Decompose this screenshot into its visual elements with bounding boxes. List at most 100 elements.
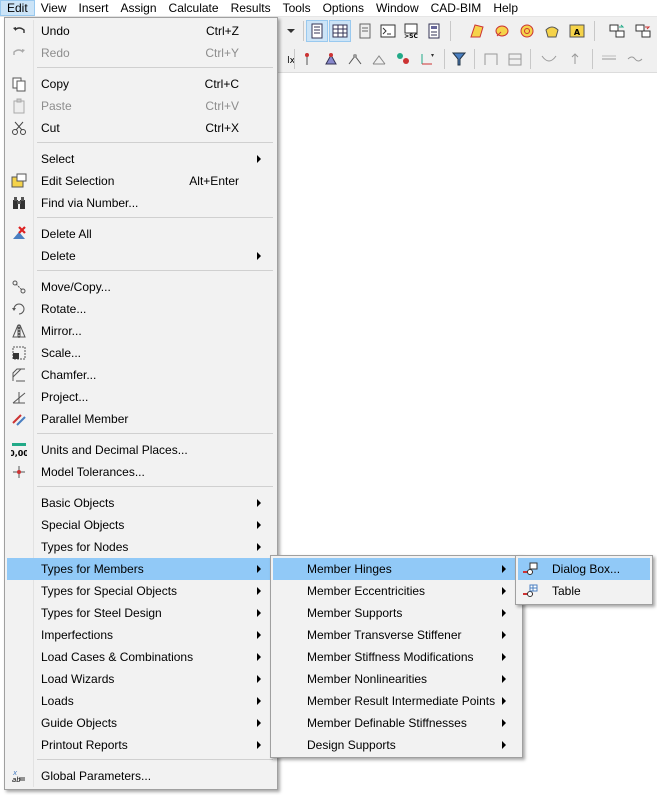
reaction-icon[interactable] bbox=[564, 48, 586, 70]
submenu-item-member-transverse-stiffener[interactable]: Member Transverse Stiffener bbox=[273, 624, 520, 646]
submenu-item-member-hinges[interactable]: Member Hinges bbox=[273, 558, 520, 580]
redo-icon bbox=[11, 45, 27, 61]
shape-icon[interactable] bbox=[541, 20, 563, 42]
menubar-view[interactable]: View bbox=[35, 0, 73, 16]
menu-item-load-cases[interactable]: Load Cases & Combinations bbox=[7, 646, 275, 668]
menu-item-edit-selection[interactable]: Edit Selection Alt+Enter bbox=[7, 170, 275, 192]
submenu-item-member-stiffness-modifications[interactable]: Member Stiffness Modifications bbox=[273, 646, 520, 668]
menu-item-find-via-number[interactable]: Find via Number... bbox=[7, 192, 275, 214]
filter-icon[interactable] bbox=[448, 48, 470, 70]
menu-item-imperfections[interactable]: Imperfections bbox=[7, 624, 275, 646]
svg-text:A: A bbox=[574, 28, 581, 37]
table-view-icon[interactable] bbox=[329, 20, 351, 42]
menu-item-types-for-members[interactable]: Types for Members bbox=[7, 558, 275, 580]
submenu-item-member-supports[interactable]: Member Supports bbox=[273, 602, 520, 624]
deformation-icon[interactable] bbox=[538, 48, 560, 70]
menu-item-paste[interactable]: Paste Ctrl+V bbox=[7, 95, 275, 117]
menu-item-project[interactable]: Project... bbox=[7, 386, 275, 408]
submenu-item-member-result-intermediate-points[interactable]: Member Result Intermediate Points bbox=[273, 690, 520, 712]
menu-item-types-for-nodes[interactable]: Types for Nodes bbox=[7, 536, 275, 558]
member-support-icon[interactable] bbox=[368, 48, 390, 70]
menu-item-move-copy[interactable]: Move/Copy... bbox=[7, 276, 275, 298]
submenu-arrow-icon bbox=[502, 631, 506, 639]
binoculars-icon bbox=[11, 195, 27, 211]
menu-item-redo[interactable]: Redo Ctrl+Y bbox=[7, 42, 275, 64]
menu-item-types-for-special-objects[interactable]: Types for Special Objects bbox=[7, 580, 275, 602]
menubar-options[interactable]: Options bbox=[317, 0, 370, 16]
menu-item-cut[interactable]: Cut Ctrl+X bbox=[7, 117, 275, 139]
menu-item-select[interactable]: Select bbox=[7, 148, 275, 170]
global-parameters-icon: x ab bbox=[11, 768, 27, 784]
chamfer-icon bbox=[11, 367, 27, 383]
document-icon[interactable] bbox=[354, 20, 376, 42]
units-icon: 0,00 bbox=[11, 442, 27, 458]
submenu-arrow-icon bbox=[502, 565, 506, 573]
submenu-arrow-icon bbox=[502, 587, 506, 595]
menu-item-special-objects[interactable]: Special Objects bbox=[7, 514, 275, 536]
report-icon[interactable] bbox=[423, 20, 445, 42]
paste-icon bbox=[11, 98, 27, 114]
rotate-icon bbox=[11, 301, 27, 317]
submenu-item-member-definable-stiffnesses[interactable]: Member Definable Stiffnesses bbox=[273, 712, 520, 734]
submenu-item-table[interactable]: Table bbox=[518, 580, 650, 602]
menu-item-global-parameters[interactable]: x ab Global Parameters... bbox=[7, 765, 275, 787]
menu-item-loads[interactable]: Loads bbox=[7, 690, 275, 712]
menu-item-units[interactable]: 0,00 Units and Decimal Places... bbox=[7, 439, 275, 461]
menu-item-load-wizards[interactable]: Load Wizards bbox=[7, 668, 275, 690]
menu-item-undo[interactable]: Undo Ctrl+Z bbox=[7, 20, 275, 42]
submenu-arrow-icon bbox=[257, 565, 261, 573]
submenu-arrow-icon bbox=[502, 653, 506, 661]
submenu-arrow-icon bbox=[257, 521, 261, 529]
menubar-help[interactable]: Help bbox=[487, 0, 524, 16]
menu-item-types-for-steel-design[interactable]: Types for Steel Design bbox=[7, 602, 275, 624]
menu-item-guide-objects[interactable]: Guide Objects bbox=[7, 712, 275, 734]
menu-item-parallel-member[interactable]: Parallel Member bbox=[7, 408, 275, 430]
line-support-icon[interactable] bbox=[344, 48, 366, 70]
submenu-item-member-eccentricities[interactable]: Member Eccentricities bbox=[273, 580, 520, 602]
grid-frame-icon[interactable] bbox=[504, 48, 526, 70]
toolbar: >SC A lx bbox=[276, 17, 657, 73]
submenu-arrow-icon bbox=[257, 587, 261, 595]
menubar-edit[interactable]: Edit bbox=[0, 0, 35, 16]
menu-item-delete[interactable]: Delete bbox=[7, 245, 275, 267]
menu-item-delete-all[interactable]: Delete All bbox=[7, 223, 275, 245]
menu-item-printout-reports[interactable]: Printout Reports bbox=[7, 734, 275, 756]
console-icon[interactable] bbox=[377, 20, 399, 42]
submenu-item-member-nonlinearities[interactable]: Member Nonlinearities bbox=[273, 668, 520, 690]
frame-icon[interactable] bbox=[480, 48, 502, 70]
menubar-cad-bim[interactable]: CAD-BIM bbox=[425, 0, 488, 16]
menubar-window[interactable]: Window bbox=[370, 0, 425, 16]
rotate-surface-icon[interactable] bbox=[491, 20, 513, 42]
load-icon[interactable] bbox=[392, 48, 414, 70]
menubar-results[interactable]: Results bbox=[225, 0, 277, 16]
node-support-icon[interactable] bbox=[320, 48, 342, 70]
menubar-tools[interactable]: Tools bbox=[277, 0, 317, 16]
coordinate-system-icon[interactable] bbox=[416, 48, 438, 70]
menu-item-rotate[interactable]: Rotate... bbox=[7, 298, 275, 320]
submenu-item-dialog-box[interactable]: Dialog Box... bbox=[518, 558, 650, 580]
menu-item-chamfer[interactable]: Chamfer... bbox=[7, 364, 275, 386]
import-icon[interactable] bbox=[632, 20, 654, 42]
menu-item-mirror[interactable]: Mirror... bbox=[7, 320, 275, 342]
dropdown-arrow-icon[interactable] bbox=[280, 20, 302, 42]
menu-item-copy[interactable]: Copy Ctrl+C bbox=[7, 73, 275, 95]
menu-item-basic-objects[interactable]: Basic Objects bbox=[7, 492, 275, 514]
submenu-item-design-supports[interactable]: Design Supports bbox=[273, 734, 520, 756]
menubar-calculate[interactable]: Calculate bbox=[163, 0, 225, 16]
wave-line-icon[interactable] bbox=[624, 48, 646, 70]
surface-icon[interactable] bbox=[466, 20, 488, 42]
project-icon bbox=[11, 389, 27, 405]
menubar-insert[interactable]: Insert bbox=[72, 0, 114, 16]
view-panel-icon[interactable] bbox=[306, 20, 328, 42]
pin-icon[interactable] bbox=[296, 48, 318, 70]
menu-item-scale[interactable]: Scale... bbox=[7, 342, 275, 364]
table-hinge-icon bbox=[522, 583, 538, 599]
export-icon[interactable] bbox=[606, 20, 628, 42]
text-box-icon[interactable]: A bbox=[566, 20, 588, 42]
menubar-assign[interactable]: Assign bbox=[115, 0, 163, 16]
submenu-arrow-icon bbox=[257, 741, 261, 749]
target-icon[interactable] bbox=[516, 20, 538, 42]
script-icon[interactable]: >SC bbox=[400, 20, 422, 42]
section-line-icon[interactable] bbox=[598, 48, 620, 70]
menu-item-model-tolerances[interactable]: Model Tolerances... bbox=[7, 461, 275, 483]
